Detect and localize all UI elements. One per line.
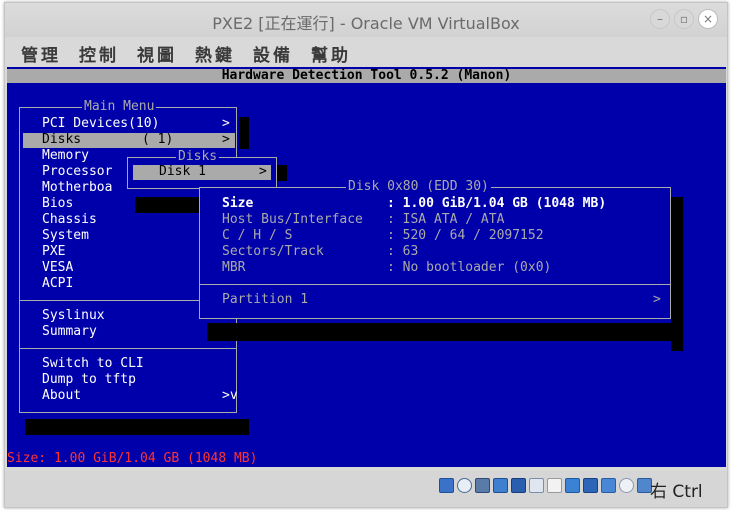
status-bar: 右 Ctrl bbox=[5, 471, 727, 507]
detail-key-sectors: Sectors/Track bbox=[222, 244, 324, 259]
pen-icon[interactable] bbox=[529, 478, 544, 493]
menu-manage[interactable]: 管理 bbox=[21, 41, 61, 66]
menu-item-pxe[interactable]: PXE bbox=[42, 244, 65, 260]
menu-item-memory[interactable]: Memory bbox=[42, 148, 89, 164]
detail-separator bbox=[200, 284, 670, 285]
menu-item-vesa[interactable]: VESA bbox=[42, 260, 73, 276]
title-bar[interactable]: PXE2 [正在運行] - Oracle VM VirtualBox – ▫ × bbox=[5, 3, 727, 37]
menu-item-system[interactable]: System bbox=[42, 228, 89, 244]
vm-screen[interactable]: Hardware Detection Tool 0.5.2 (Manon) Ma… bbox=[7, 67, 726, 467]
detail-panel-shadow-bottom bbox=[207, 323, 683, 341]
disks-menu-shadow-right bbox=[277, 165, 287, 181]
disks-count: ( 1) bbox=[142, 132, 174, 147]
detail-value-sectors: : 63 bbox=[387, 244, 419, 259]
usb-icon[interactable] bbox=[511, 478, 526, 493]
optical-disc-icon[interactable] bbox=[457, 478, 472, 493]
menu-item-switch-cli[interactable]: Switch to CLI bbox=[42, 356, 144, 372]
maximize-icon: ▫ bbox=[679, 12, 689, 26]
menu-view[interactable]: 視圖 bbox=[137, 41, 177, 66]
disks-menu-title: Disks bbox=[176, 149, 220, 165]
detail-key-size: Size bbox=[222, 196, 254, 211]
chevron-right-icon: > bbox=[222, 116, 230, 131]
detail-key-mbr: MBR bbox=[222, 260, 246, 275]
menu-item-pci-devices[interactable]: PCI Devices(10) bbox=[42, 116, 159, 132]
virtualbox-window: PXE2 [正在運行] - Oracle VM VirtualBox – ▫ ×… bbox=[4, 2, 728, 508]
detail-value-size: : 1.00 GiB/1.04 GB (1048 MB) bbox=[387, 196, 607, 211]
menu-hotkey[interactable]: 熱鍵 bbox=[195, 41, 235, 66]
menu-item-disks[interactable]: Disks bbox=[42, 132, 81, 148]
minimize-icon: – bbox=[657, 12, 663, 26]
maximize-button[interactable]: ▫ bbox=[674, 9, 694, 29]
chevron-right-down-icon: >v bbox=[222, 388, 238, 403]
display-icon[interactable] bbox=[565, 478, 580, 493]
detail-key-chs: C / H / S bbox=[222, 228, 293, 243]
shared-folder-icon[interactable] bbox=[547, 478, 562, 493]
menu-devices[interactable]: 設備 bbox=[253, 41, 293, 66]
hdt-status-line: Size: 1.00 GiB/1.04 GB (1048 MB) bbox=[7, 451, 258, 466]
network-icon[interactable] bbox=[493, 478, 508, 493]
detail-key-host-bus: Host Bus/Interface bbox=[222, 212, 363, 227]
menu-separator bbox=[20, 348, 236, 349]
close-icon: × bbox=[702, 12, 714, 26]
hard-disk-icon[interactable] bbox=[439, 478, 454, 493]
detail-value-mbr: : No bootloader (0x0) bbox=[387, 260, 552, 275]
video-capture-icon[interactable] bbox=[583, 478, 598, 493]
partition-1-item[interactable]: Partition 1 bbox=[222, 292, 308, 308]
disk-detail-title: Disk 0x80 (EDD 30) bbox=[346, 179, 491, 195]
virtualization-icon[interactable] bbox=[601, 478, 616, 493]
close-button[interactable]: × bbox=[698, 9, 718, 29]
minimize-button[interactable]: – bbox=[650, 9, 670, 29]
menu-item-processor[interactable]: Processor bbox=[42, 164, 112, 180]
detail-value-chs: : 520 / 64 / 2097152 bbox=[387, 228, 544, 243]
main-menu-shadow-bottom bbox=[25, 419, 249, 435]
host-key-label: 右 Ctrl bbox=[650, 482, 703, 502]
disks-item-disk1[interactable]: Disk 1 bbox=[159, 164, 206, 180]
chevron-right-icon: > bbox=[653, 292, 661, 307]
menu-control[interactable]: 控制 bbox=[79, 41, 119, 66]
main-menu-title: Main Menu bbox=[82, 99, 157, 115]
menu-item-dump-tftp[interactable]: Dump to tftp bbox=[42, 372, 136, 388]
menu-item-chassis[interactable]: Chassis bbox=[42, 212, 97, 228]
window-title: PXE2 [正在運行] - Oracle VM VirtualBox bbox=[212, 14, 520, 33]
menu-item-syslinux[interactable]: Syslinux bbox=[42, 308, 105, 324]
menu-item-bios[interactable]: Bios bbox=[42, 196, 73, 212]
main-menu-shadow-top bbox=[239, 117, 249, 149]
menu-help[interactable]: 幫助 bbox=[311, 41, 351, 66]
hdt-header: Hardware Detection Tool 0.5.2 (Manon) bbox=[7, 69, 726, 83]
mouse-integration-icon[interactable] bbox=[619, 478, 634, 493]
menu-item-acpi[interactable]: ACPI bbox=[42, 276, 73, 292]
detail-value-host-bus: : ISA ATA / ATA bbox=[387, 212, 505, 227]
menu-item-about[interactable]: About bbox=[42, 388, 81, 404]
audio-icon[interactable] bbox=[475, 478, 490, 493]
menu-bar: 管理 控制 視圖 熱鍵 設備 幫助 bbox=[5, 37, 727, 67]
menu-item-motherboard[interactable]: Motherboa bbox=[42, 180, 112, 196]
menu-item-summary[interactable]: Summary bbox=[42, 324, 97, 340]
chevron-right-icon: > bbox=[259, 164, 267, 179]
chevron-right-icon: > bbox=[222, 132, 230, 147]
